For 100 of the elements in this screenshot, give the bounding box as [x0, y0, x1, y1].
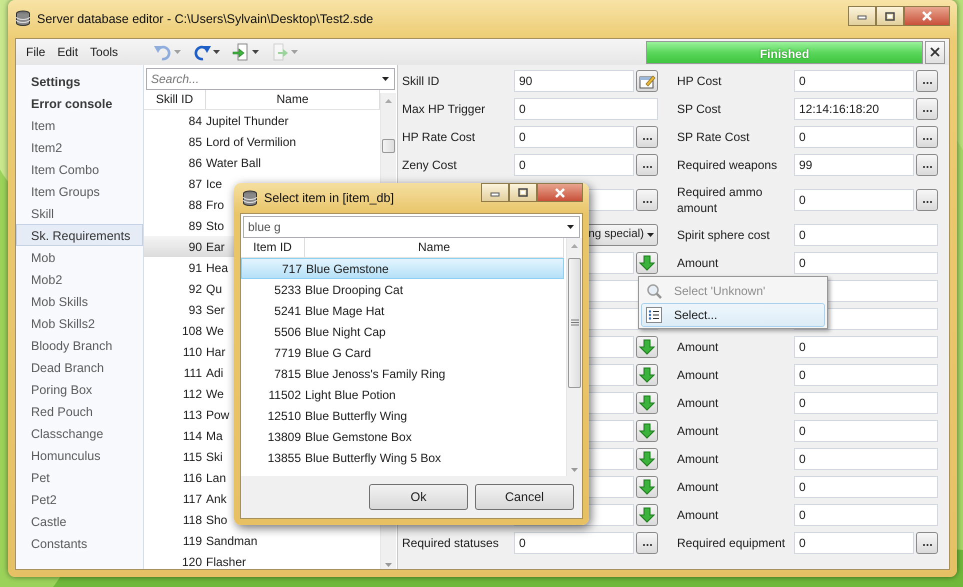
browse-button[interactable] [636, 154, 658, 176]
list-row[interactable]: 12510 Blue Butterfly Wing [241, 405, 564, 426]
sidebar-item[interactable]: Mob Skills [16, 290, 143, 312]
field-label: Amount [677, 255, 720, 271]
sidebar-item[interactable]: Mob Skills2 [16, 312, 143, 334]
down-arrow-button[interactable] [636, 420, 658, 442]
list-row[interactable]: 717 Blue Gemstone [241, 258, 564, 279]
list-row[interactable]: 86 Water Ball [144, 152, 380, 173]
menu-item[interactable]: Select... [641, 303, 825, 327]
input-field[interactable]: 0 [794, 189, 914, 211]
minimize-button[interactable] [848, 6, 876, 26]
browse-button[interactable] [636, 126, 658, 148]
input-field[interactable]: 99 [794, 154, 914, 176]
input-field[interactable]: 0 [514, 98, 658, 120]
input-field[interactable]: 0 [794, 252, 938, 274]
maximize-button[interactable] [876, 6, 904, 26]
down-arrow-button[interactable] [636, 364, 658, 386]
minimize-button[interactable] [481, 183, 509, 202]
column-header[interactable]: Skill ID [144, 90, 206, 109]
input-field[interactable]: 0 [794, 448, 938, 470]
sidebar-item[interactable]: Skill [16, 202, 143, 224]
input-field[interactable]: 0 [794, 126, 914, 148]
down-arrow-button[interactable] [636, 336, 658, 358]
input-field[interactable]: 0 [514, 154, 634, 176]
input-field[interactable]: 12:14:16:18:20 [794, 98, 914, 120]
down-arrow-button[interactable] [636, 504, 658, 526]
input-field[interactable]: 0 [794, 336, 938, 358]
down-arrow-button[interactable] [636, 448, 658, 470]
search-field[interactable]: Search... [146, 68, 395, 90]
search-field[interactable]: blue g [243, 216, 580, 238]
menu-item[interactable]: File [20, 42, 52, 62]
input-field[interactable]: 0 [794, 70, 914, 92]
list-row[interactable]: 85 Lord of Vermilion [144, 131, 380, 152]
list-row[interactable]: 84 Jupitel Thunder [144, 110, 380, 131]
browse-button[interactable] [636, 532, 658, 554]
list-row[interactable]: 119 Sandman [144, 530, 380, 551]
list-row[interactable]: 13855 Blue Butterfly Wing 5 Box [241, 447, 564, 468]
toolbar-button[interactable] [230, 43, 262, 61]
scroll-thumb[interactable] [382, 139, 395, 153]
sidebar-item[interactable]: Pet2 [16, 488, 143, 510]
input-field[interactable]: 0 [514, 126, 634, 148]
sidebar-item[interactable]: Settings [16, 70, 143, 92]
sidebar-item[interactable]: Pet [16, 466, 143, 488]
down-arrow-button[interactable] [636, 252, 658, 274]
skill-id: 118 [182, 512, 203, 528]
sidebar-item[interactable]: Dead Branch [16, 356, 143, 378]
sidebar-item[interactable]: Mob [16, 246, 143, 268]
list-row[interactable]: 13809 Blue Gemstone Box [241, 426, 564, 447]
dialog-button[interactable]: Cancel [475, 484, 574, 510]
sidebar-item[interactable]: Item Groups [16, 180, 143, 202]
menu-item[interactable]: Edit [51, 42, 84, 62]
sidebar-item[interactable]: Item2 [16, 136, 143, 158]
edit-button[interactable] [636, 70, 658, 92]
browse-button[interactable] [916, 98, 938, 120]
dialog-button[interactable]: Ok [369, 484, 468, 510]
maximize-button[interactable] [509, 183, 537, 202]
browse-button[interactable] [916, 70, 938, 92]
sidebar-item[interactable]: Item Combo [16, 158, 143, 180]
sidebar-item[interactable]: Mob2 [16, 268, 143, 290]
sidebar-item[interactable]: Sk. Requirements [16, 224, 143, 246]
sidebar-item[interactable]: Castle [16, 510, 143, 532]
list-row[interactable]: 5241 Blue Mage Hat [241, 300, 564, 321]
input-field[interactable]: 90 [514, 70, 634, 92]
list-row[interactable]: 11502 Light Blue Potion [241, 384, 564, 405]
input-field[interactable]: 0 [794, 420, 938, 442]
browse-button[interactable] [916, 126, 938, 148]
browse-button[interactable] [636, 189, 658, 211]
column-header[interactable]: Name [305, 238, 564, 257]
list-row[interactable]: 5506 Blue Night Cap [241, 321, 564, 342]
list-row[interactable]: 120 Flasher [144, 551, 380, 569]
browse-button[interactable] [916, 532, 938, 554]
browse-button[interactable] [916, 154, 938, 176]
close-button[interactable] [925, 40, 945, 64]
skill-id: 119 [182, 532, 203, 550]
down-arrow-button[interactable] [636, 392, 658, 414]
list-row[interactable]: 7815 Blue Jenoss's Family Ring [241, 363, 564, 384]
input-field[interactable]: 0 [794, 392, 938, 414]
input-field[interactable]: 0 [794, 476, 938, 498]
sidebar-item[interactable]: Item [16, 114, 143, 136]
input-field[interactable]: 0 [794, 364, 938, 386]
sidebar-item[interactable]: Classchange [16, 422, 143, 444]
input-field[interactable]: 0 [794, 532, 914, 554]
sidebar-item[interactable]: Bloody Branch [16, 334, 143, 356]
list-row[interactable]: 7719 Blue G Card [241, 342, 564, 363]
down-arrow-button[interactable] [636, 476, 658, 498]
input-field[interactable]: 0 [794, 224, 938, 246]
list-row[interactable]: 5233 Blue Drooping Cat [241, 279, 564, 300]
input-field[interactable]: 0 [794, 504, 938, 526]
down-arrow-icon [639, 451, 655, 467]
scroll-thumb[interactable] [568, 258, 581, 388]
menu-item[interactable]: Tools [84, 42, 124, 62]
column-header[interactable]: Item ID [241, 238, 305, 257]
sidebar-item[interactable]: Error console [16, 92, 143, 114]
input-field[interactable]: 0 [514, 532, 634, 554]
sidebar-item[interactable]: Red Pouch [16, 400, 143, 422]
browse-button[interactable] [916, 189, 938, 211]
sidebar-item[interactable]: Constants [16, 532, 143, 554]
scrollbar[interactable] [566, 238, 582, 476]
sidebar-item[interactable]: Homunculus [16, 444, 143, 466]
sidebar-item[interactable]: Poring Box [16, 378, 143, 400]
